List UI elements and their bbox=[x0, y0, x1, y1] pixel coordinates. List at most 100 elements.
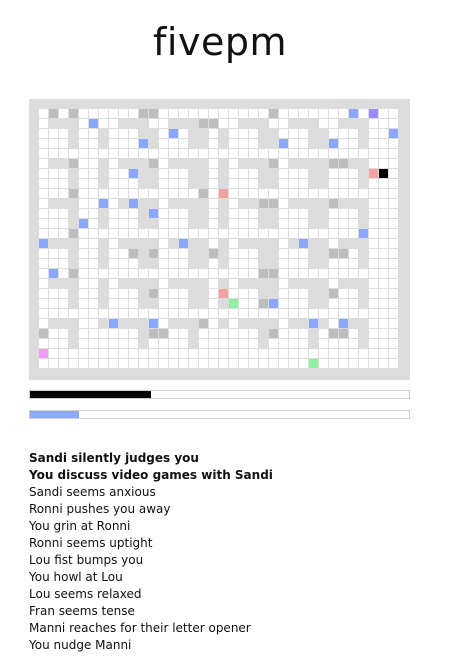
floor-cell bbox=[229, 169, 238, 178]
desk bbox=[269, 329, 278, 338]
floor-cell bbox=[199, 109, 208, 118]
wall-cell bbox=[139, 119, 148, 128]
floor-cell bbox=[159, 159, 168, 168]
floor-cell bbox=[229, 239, 238, 248]
desk bbox=[149, 289, 158, 298]
wall-cell bbox=[309, 289, 318, 298]
wall-cell bbox=[259, 139, 268, 148]
floor-cell bbox=[239, 269, 248, 278]
wall-cell bbox=[199, 219, 208, 228]
floor-cell bbox=[349, 209, 358, 218]
floor-cell bbox=[379, 319, 388, 328]
floor-cell bbox=[369, 269, 378, 278]
wall-cell bbox=[249, 199, 258, 208]
floor-cell bbox=[289, 129, 298, 138]
wall-cell bbox=[99, 159, 108, 168]
wall-cell bbox=[359, 159, 368, 168]
floor-cell bbox=[379, 339, 388, 348]
wall-cell bbox=[189, 159, 198, 168]
wall-cell bbox=[319, 289, 328, 298]
floor-cell bbox=[279, 119, 288, 128]
floor-cell bbox=[139, 349, 148, 358]
floor-cell bbox=[129, 259, 138, 268]
floor-cell bbox=[189, 309, 198, 318]
desk bbox=[269, 269, 278, 278]
floor-cell bbox=[159, 129, 168, 138]
floor-cell bbox=[259, 349, 268, 358]
floor-cell bbox=[119, 219, 128, 228]
floor-cell bbox=[279, 129, 288, 138]
floor-cell bbox=[279, 219, 288, 228]
floor-cell bbox=[249, 259, 258, 268]
wall-cell bbox=[319, 209, 328, 218]
floor-cell bbox=[129, 339, 138, 348]
wall-cell bbox=[359, 299, 368, 308]
floor-cell bbox=[119, 249, 128, 258]
floor-cell bbox=[209, 179, 218, 188]
floor-cell bbox=[209, 219, 218, 228]
wall-cell bbox=[59, 199, 68, 208]
floor-cell bbox=[59, 169, 68, 178]
floor-cell bbox=[289, 219, 298, 228]
floor-cell bbox=[89, 339, 98, 348]
floor-cell bbox=[379, 109, 388, 118]
wall-cell bbox=[349, 319, 358, 328]
wall-cell bbox=[149, 169, 158, 178]
floor-cell bbox=[349, 299, 358, 308]
wall-cell bbox=[99, 249, 108, 258]
floor-cell bbox=[369, 229, 378, 238]
floor-cell bbox=[89, 239, 98, 248]
floor-cell bbox=[159, 349, 168, 358]
floor-cell bbox=[369, 319, 378, 328]
floor-cell bbox=[299, 229, 308, 238]
floor-cell bbox=[339, 179, 348, 188]
floor-cell bbox=[109, 139, 118, 148]
floor-cell bbox=[159, 179, 168, 188]
floor-cell bbox=[279, 189, 288, 198]
wall-cell bbox=[139, 239, 148, 248]
log-message: Ronni pushes you away bbox=[29, 502, 171, 516]
office-map[interactable] bbox=[29, 99, 410, 380]
wall-cell bbox=[149, 299, 158, 308]
wall-cell bbox=[169, 119, 178, 128]
wall-cell bbox=[49, 279, 58, 288]
wall-cell bbox=[359, 209, 368, 218]
floor-cell bbox=[299, 339, 308, 348]
desk bbox=[69, 269, 78, 278]
floor-cell bbox=[379, 249, 388, 258]
floor-cell bbox=[349, 229, 358, 238]
coworker bbox=[99, 199, 108, 208]
desk bbox=[129, 249, 138, 258]
wall-cell bbox=[69, 299, 78, 308]
wall-cell bbox=[179, 199, 188, 208]
floor-cell bbox=[319, 109, 328, 118]
floor-cell bbox=[269, 229, 278, 238]
wall-cell bbox=[189, 329, 198, 338]
floor-cell bbox=[329, 309, 338, 318]
wall-cell bbox=[309, 209, 318, 218]
floor-cell bbox=[359, 269, 368, 278]
floor-cell bbox=[309, 229, 318, 238]
floor-cell bbox=[229, 269, 238, 278]
wall-cell bbox=[199, 299, 208, 308]
floor-cell bbox=[289, 359, 298, 368]
floor-cell bbox=[249, 339, 258, 348]
log-message: You discuss video games with Sandi bbox=[29, 468, 273, 482]
floor-cell bbox=[209, 339, 218, 348]
floor-cell bbox=[249, 139, 258, 148]
floor-cell bbox=[89, 109, 98, 118]
floor-cell bbox=[279, 249, 288, 258]
floor-cell bbox=[159, 219, 168, 228]
floor-cell bbox=[339, 169, 348, 178]
floor-cell bbox=[339, 129, 348, 138]
floor-cell bbox=[389, 269, 398, 278]
floor-cell bbox=[239, 249, 248, 258]
floor-cell bbox=[279, 229, 288, 238]
floor-cell bbox=[149, 359, 158, 368]
floor-cell bbox=[49, 219, 58, 228]
floor-cell bbox=[249, 229, 258, 238]
floor-cell bbox=[179, 339, 188, 348]
floor-cell bbox=[319, 119, 328, 128]
floor-cell bbox=[99, 109, 108, 118]
floor-cell bbox=[39, 129, 48, 138]
